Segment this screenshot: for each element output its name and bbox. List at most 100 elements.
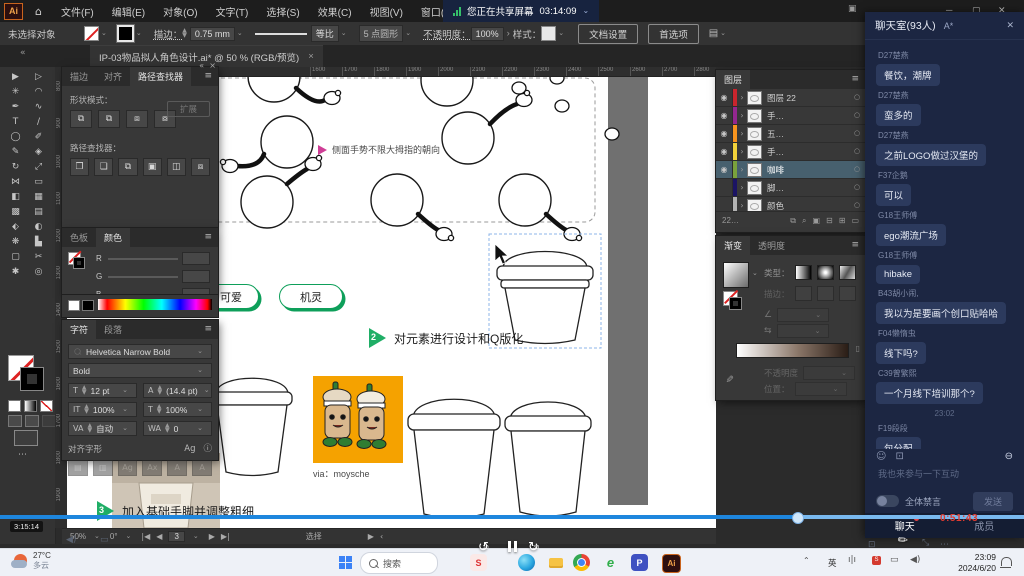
start-button[interactable] xyxy=(337,554,354,571)
mic-icon[interactable]: ı|ı xyxy=(848,556,856,565)
stroke-along-button[interactable] xyxy=(817,286,834,301)
stroke-swatch[interactable] xyxy=(117,25,134,42)
selection-tool[interactable]: ▶ xyxy=(4,70,27,85)
chevron-right-icon[interactable]: › xyxy=(737,166,747,174)
chevron-down-icon[interactable]: ⌄ xyxy=(583,7,590,15)
curvature-tool[interactable]: ∿ xyxy=(27,100,50,115)
r-slider[interactable] xyxy=(108,258,178,260)
panel-menu-icon[interactable]: ≡ xyxy=(198,320,218,339)
v-scale-field[interactable]: IT▲▼100%⌄ xyxy=(68,402,137,417)
document-tab[interactable]: IP-03物品拟人角色设计.ai* @ 50 % (RGB/预览) × xyxy=(90,45,323,67)
collapse-circle-icon[interactable]: ⊖ xyxy=(1005,452,1013,462)
menu-file[interactable]: 文件(F) xyxy=(52,4,103,19)
chevron-down-icon[interactable]: ⌄ xyxy=(101,30,107,37)
visibility-eye-icon[interactable]: ◉ xyxy=(716,143,733,160)
stepper-icon[interactable]: ▲▼ xyxy=(182,29,187,39)
icon-3[interactable]: ▣ xyxy=(143,158,162,176)
opacity-field[interactable]: 100% xyxy=(471,27,504,41)
display-icon[interactable]: ▭ xyxy=(100,536,109,545)
gradient-tool[interactable]: ▤ xyxy=(27,205,50,220)
chat-input[interactable]: 我也来参与一下互动 xyxy=(865,465,1024,489)
shape-builder-tool[interactable]: ◧ xyxy=(4,190,27,205)
rotate-tool[interactable]: ↻ xyxy=(4,160,27,175)
h-scale-field[interactable]: T▲▼100%⌄ xyxy=(143,402,212,417)
menu-view[interactable]: 视图(V) xyxy=(361,4,412,19)
chevron-down-icon[interactable]: ⌄ xyxy=(237,30,243,37)
tab-paragraph[interactable]: 段落 xyxy=(96,320,130,339)
white-swatch[interactable] xyxy=(68,300,80,311)
color-button[interactable] xyxy=(8,400,21,412)
ellipse-tool[interactable]: ◯ xyxy=(4,130,27,145)
profile-field[interactable]: 等比 xyxy=(311,25,339,42)
icon-5[interactable]: ⧈ xyxy=(191,158,210,176)
menu-select[interactable]: 选择(S) xyxy=(257,4,308,19)
layer-name[interactable]: 手… xyxy=(767,146,849,158)
target-icon[interactable]: ○ xyxy=(849,130,865,137)
target-icon[interactable]: ○ xyxy=(849,166,865,173)
tab-close-icon[interactable]: × xyxy=(308,51,314,62)
symbol-sprayer-tool[interactable]: ❋ xyxy=(4,235,27,250)
kerning-field[interactable]: VA▲▼自动⌄ xyxy=(68,421,137,436)
opacity-label[interactable]: 不透明度： xyxy=(423,27,471,41)
free-transform-tool[interactable]: ▭ xyxy=(27,175,50,190)
brush-field[interactable]: 5 点圆形 xyxy=(359,25,404,42)
draw-inside-button[interactable] xyxy=(42,415,56,427)
tab-character[interactable]: 字符 xyxy=(62,320,96,339)
arrange-docs-icon[interactable]: ▤ xyxy=(709,29,718,39)
tab-color[interactable]: 颜色 xyxy=(96,228,130,247)
scale-tool[interactable]: ⤢ xyxy=(27,160,50,175)
mesh-tool[interactable]: ▩ xyxy=(4,205,27,220)
aspect-field[interactable]: ⌄ xyxy=(777,324,829,338)
edge-icon[interactable] xyxy=(518,554,535,571)
icon-4[interactable]: ⊞ xyxy=(839,217,846,225)
chevron-right-icon[interactable]: › xyxy=(737,94,747,102)
eyedropper-tool[interactable]: ⬖ xyxy=(4,220,27,235)
delete-stop-icon[interactable]: ▯ xyxy=(856,345,860,353)
g-value[interactable] xyxy=(182,270,210,283)
tray-app-s-icon[interactable]: S xyxy=(872,556,881,565)
chevron-right-icon[interactable]: › xyxy=(737,184,747,192)
more-tools-icon[interactable]: ⋯ xyxy=(18,451,28,460)
menu-object[interactable]: 对象(O) xyxy=(154,4,206,19)
tab-pathfinder[interactable]: 路径查找器 xyxy=(130,67,191,86)
ie-icon[interactable]: e xyxy=(602,554,619,571)
icon-3[interactable]: Ax xyxy=(142,460,162,476)
pause-button[interactable] xyxy=(508,541,517,552)
draw-behind-button[interactable] xyxy=(25,415,39,427)
app-icon-p[interactable]: P xyxy=(631,554,648,571)
icon-4[interactable]: A xyxy=(167,460,187,476)
panel-menu-icon[interactable]: ≡ xyxy=(845,70,865,89)
expand-button[interactable]: 扩展 xyxy=(167,101,210,117)
black-swatch[interactable] xyxy=(82,300,94,311)
weather-widget[interactable]: 27°C多云 xyxy=(14,551,51,570)
panel-menu-icon[interactable]: ≡ xyxy=(198,228,218,247)
progress-knob[interactable] xyxy=(792,512,804,524)
chevron-down-icon[interactable]: ⌄ xyxy=(720,30,726,37)
font-size-field[interactable]: T▲▼12 pt⌄ xyxy=(68,383,137,398)
preferences-button[interactable]: 首选项 xyxy=(648,24,699,44)
gradient-button[interactable] xyxy=(24,400,37,412)
visibility-eye-icon[interactable]: ◉ xyxy=(716,89,733,106)
target-icon[interactable]: ○ xyxy=(849,148,865,155)
fill-stroke-proxy[interactable] xyxy=(8,355,46,393)
tab-layers[interactable]: 图层 xyxy=(716,70,750,89)
next-artboard-icon[interactable]: ▶ xyxy=(209,533,215,541)
visibility-eye-icon[interactable]: ◉ xyxy=(716,125,733,142)
color-fill-proxy[interactable] xyxy=(68,252,84,268)
tab-transparency[interactable]: 透明度 xyxy=(750,236,793,255)
layer-name[interactable]: 五… xyxy=(767,128,849,140)
linear-gradient-button[interactable] xyxy=(795,265,812,280)
font-size-badge[interactable]: A* xyxy=(944,21,954,31)
panel-menu-icon[interactable]: ≡ xyxy=(845,236,865,255)
rewind-button[interactable]: ↺10 xyxy=(478,539,489,554)
reverse-gradient-icon[interactable]: ⇆ xyxy=(764,327,772,336)
stroke-within-button[interactable] xyxy=(795,286,812,301)
angle-field[interactable]: ⌄ xyxy=(777,308,829,322)
document-setup-button[interactable]: 文档设置 xyxy=(578,24,638,44)
stroke-across-button[interactable] xyxy=(839,286,856,301)
icon-3[interactable]: ⊟ xyxy=(826,217,833,225)
slice-tool[interactable]: ✂ xyxy=(27,250,50,265)
icon-0[interactable]: ⧉ xyxy=(790,217,796,225)
freeform-gradient-button[interactable] xyxy=(839,265,856,280)
icon-2[interactable]: ⧈ xyxy=(126,110,148,128)
